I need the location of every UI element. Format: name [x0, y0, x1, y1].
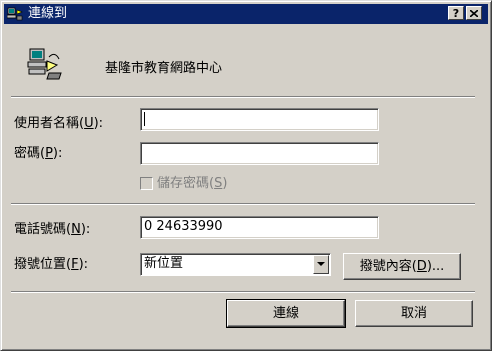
chevron-down-icon[interactable]	[313, 255, 329, 274]
save-password-checkbox[interactable]: 儲存密碼(S)	[140, 176, 227, 192]
dialup-connection-icon	[7, 7, 23, 21]
separator-top	[11, 96, 475, 98]
text-caret	[144, 111, 145, 126]
checkbox-box[interactable]	[140, 177, 153, 190]
connect-button[interactable]: 連線	[226, 299, 346, 328]
dial-from-value: 新位置	[144, 256, 184, 271]
phone-label: 電話號碼(N):	[14, 222, 91, 237]
separator-middle	[11, 203, 475, 205]
dial-from-select[interactable]: 新位置	[140, 253, 331, 276]
connection-name: 基隆市教育網路中心	[105, 61, 223, 76]
phone-input[interactable]: 0 24633990	[140, 216, 379, 239]
close-button[interactable]	[466, 6, 482, 20]
connect-to-dialog: 連線到 ? 基隆市教育網路中心 使用者名稱(U): 密碼(P): 儲存密碼(S)…	[0, 0, 492, 351]
username-label: 使用者名稱(U):	[14, 116, 104, 131]
help-button[interactable]: ?	[448, 6, 464, 20]
separator-bottom	[11, 291, 475, 293]
dial-from-label: 撥號位置(F):	[14, 257, 89, 272]
window-title: 連線到	[28, 6, 68, 21]
password-input[interactable]	[140, 142, 379, 165]
username-input[interactable]	[140, 108, 379, 131]
dial-properties-button[interactable]: 撥號內容(D)...	[343, 253, 461, 280]
close-icon	[469, 9, 479, 18]
dialup-computer-icon	[27, 48, 62, 80]
cancel-button[interactable]: 取消	[355, 300, 473, 327]
title-bar[interactable]: 連線到 ?	[4, 4, 488, 24]
password-label: 密碼(P):	[14, 146, 63, 161]
